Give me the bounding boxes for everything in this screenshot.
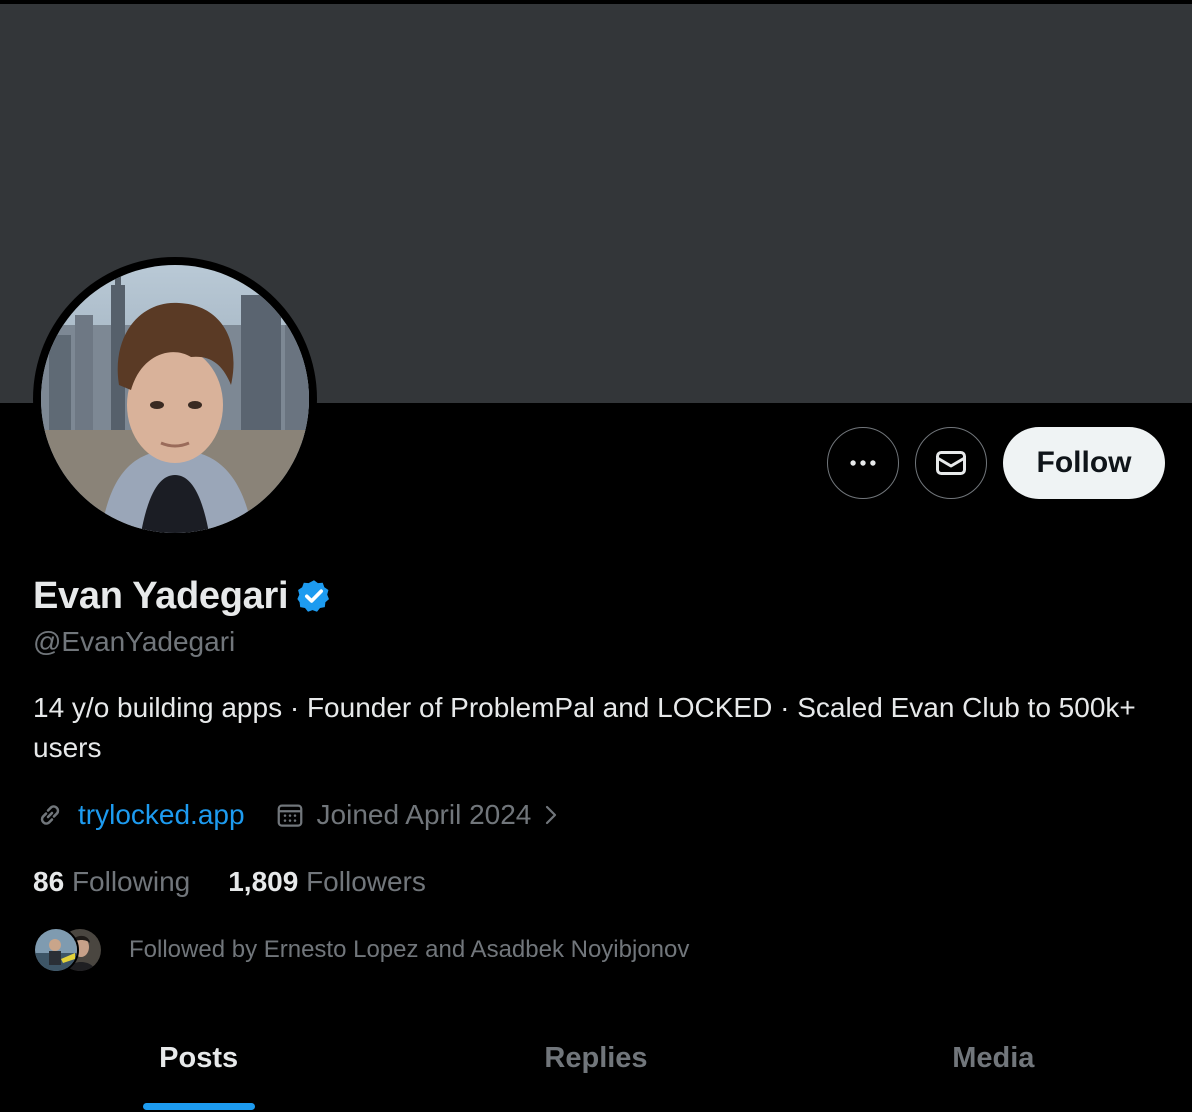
- profile-handle: @EvanYadegari: [33, 626, 236, 657]
- follow-stats: 86 Following 1,809 Followers: [33, 862, 426, 902]
- avatar-photo: [41, 265, 309, 533]
- profile-meta-row: trylocked.app Joined April 2024: [33, 795, 563, 835]
- followers-label: Followers: [306, 866, 426, 897]
- tab-replies[interactable]: Replies: [397, 1020, 794, 1112]
- followed-by-row[interactable]: Followed by Ernesto Lopez and Asadbek No…: [33, 926, 689, 974]
- active-tab-indicator: [142, 1103, 255, 1110]
- chevron-right-icon[interactable]: [539, 803, 563, 827]
- verified-badge-icon[interactable]: [296, 578, 332, 614]
- follow-button[interactable]: Follow: [1003, 427, 1165, 499]
- more-options-button[interactable]: [827, 427, 899, 499]
- followers-count: 1,809: [228, 866, 299, 897]
- envelope-icon: [936, 451, 966, 475]
- profile-bio: 14 y/o building apps · Founder of Proble…: [33, 692, 1136, 763]
- followers-stat[interactable]: 1,809 Followers: [228, 866, 426, 898]
- tab-label: Posts: [159, 1042, 239, 1074]
- follower-avatar: [33, 927, 79, 973]
- tab-label: Media: [952, 1042, 1035, 1074]
- profile-page: Follow Evan Yadegari @EvanYadegari 14 y/…: [0, 0, 1192, 1112]
- following-label: Following: [71, 866, 191, 897]
- profile-tabs: Posts Replies Media: [0, 1020, 1192, 1112]
- tab-label: Replies: [544, 1042, 648, 1074]
- name-row: Evan Yadegari: [33, 574, 332, 618]
- profile-avatar[interactable]: [33, 257, 317, 541]
- tab-posts[interactable]: Posts: [0, 1020, 397, 1112]
- more-horizontal-icon: [850, 460, 876, 466]
- following-stat[interactable]: 86 Following: [33, 866, 190, 898]
- joined-date[interactable]: Joined April 2024: [317, 799, 532, 831]
- following-count: 86: [33, 866, 65, 897]
- link-icon: [40, 805, 60, 825]
- followed-by-text: Followed by Ernesto Lopez and Asadbek No…: [129, 936, 690, 963]
- display-name: Evan Yadegari: [33, 574, 289, 617]
- tab-media[interactable]: Media: [795, 1020, 1192, 1112]
- followed-by-avatars: [33, 927, 105, 973]
- follower-avatar-photo: [35, 929, 77, 971]
- website-link[interactable]: trylocked.app: [78, 799, 245, 831]
- calendar-icon: [277, 804, 302, 827]
- message-button[interactable]: [915, 427, 987, 499]
